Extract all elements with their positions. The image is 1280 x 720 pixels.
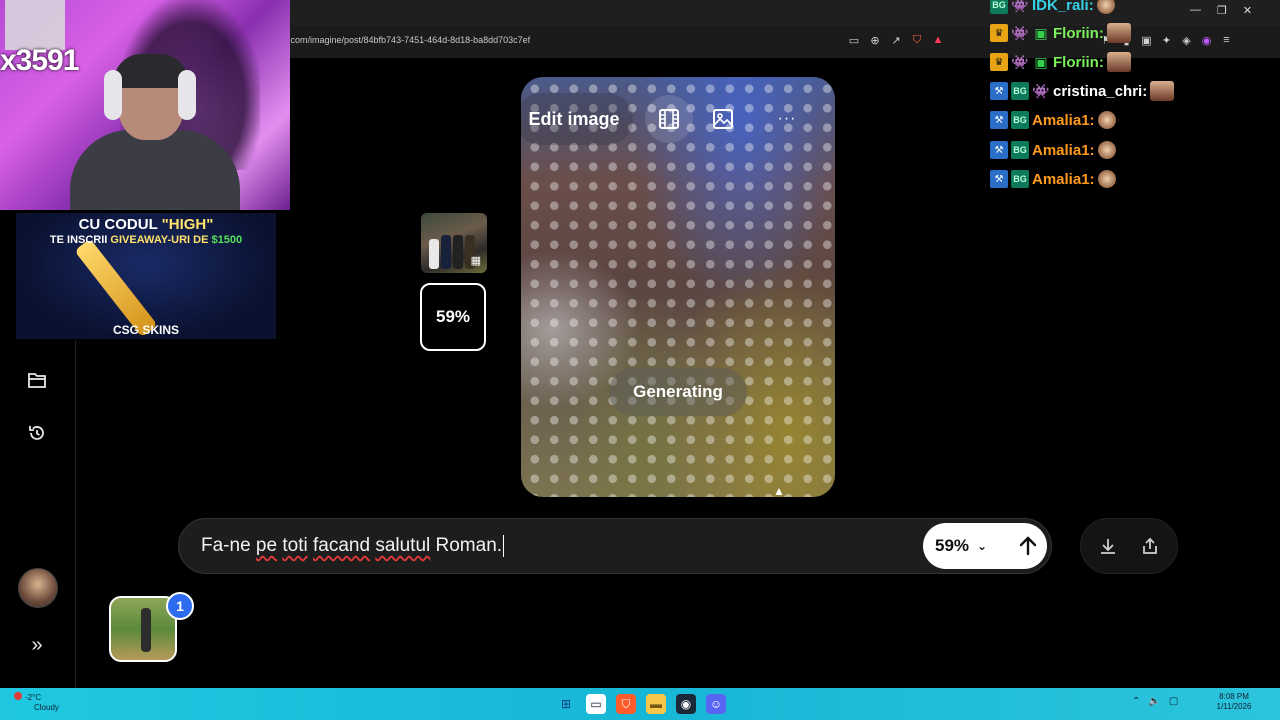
- headset-right: [178, 70, 196, 120]
- chat-emote: [1097, 141, 1116, 159]
- video-mode-icon[interactable]: [645, 95, 693, 143]
- chat-overlay: BG 👾 IDK_rali: ♛ 👾 ▣ Floriin: ♛ 👾 ▣ Floriin: …: [990, 0, 1280, 200]
- network-icon[interactable]: ▢: [1169, 696, 1178, 707]
- crown-badge-icon: ♛: [990, 24, 1008, 42]
- tray-chevron-up-icon[interactable]: ⌃: [1132, 696, 1140, 707]
- submit-arrow-up-icon[interactable]: [1005, 523, 1051, 569]
- pickaxe-badge-icon: ⚒: [990, 170, 1008, 188]
- generation-progress[interactable]: 59%: [420, 283, 486, 351]
- discord-icon[interactable]: ☺: [706, 694, 726, 714]
- chat-username: Floriin:: [1053, 53, 1104, 71]
- chat-emote: [1106, 23, 1131, 43]
- card-toolbar: Edit image ···: [521, 93, 835, 145]
- windows-start-icon[interactable]: ⊞: [556, 694, 576, 714]
- prompt-bar[interactable]: Fa-ne pe toti facand salutul Roman. 59% …: [178, 518, 1052, 574]
- beanie: [114, 54, 188, 88]
- chat-username: Amalia1:: [1032, 111, 1095, 129]
- chat-emote: [1097, 170, 1116, 188]
- chat-message: ⚒ BG Amalia1:: [990, 167, 1116, 191]
- brave-browser-icon[interactable]: ⛉: [616, 694, 636, 714]
- pickaxe-badge-icon: ⚒: [990, 82, 1008, 100]
- chat-message: ⚒ BG Amalia1:: [990, 138, 1116, 162]
- folder-icon[interactable]: [25, 368, 49, 392]
- banner-brand: CSG SKINS: [112, 323, 179, 337]
- gift-badge-icon: ▣: [1034, 24, 1048, 41]
- banner-line-1: CU CODUL "HIGH": [78, 216, 214, 233]
- notification-dot-icon: [14, 692, 22, 700]
- headset-left: [104, 70, 122, 120]
- prompt-input[interactable]: Fa-ne pe toti facand salutul Roman.: [201, 519, 505, 573]
- chat-username: Floriin:: [1053, 24, 1104, 42]
- text-caret: [503, 534, 505, 557]
- video-thumbnail[interactable]: ▦: [421, 213, 487, 273]
- chat-emote: [1150, 81, 1175, 101]
- pickaxe-badge-icon: ⚒: [990, 111, 1008, 129]
- steam-icon[interactable]: ◉: [676, 694, 696, 714]
- more-options-icon[interactable]: ···: [763, 95, 811, 143]
- chat-username: cristina_chri:: [1053, 82, 1148, 100]
- taskbar-apps: ⊞ ▭ ⛉ ▬ ◉ ☺: [556, 694, 726, 714]
- edit-image-button[interactable]: Edit image: [521, 93, 633, 145]
- chat-emote: [1097, 111, 1116, 129]
- chat-message: ♛ 👾 ▣ Floriin:: [990, 50, 1131, 74]
- attachment-count-badge: 1: [166, 592, 194, 620]
- screen-cast-icon[interactable]: ▭: [848, 34, 860, 47]
- weather-widget[interactable]: -2°C Cloudy: [14, 692, 59, 713]
- gift-badge-icon: ▣: [1034, 53, 1048, 70]
- stream-counter: x3591: [0, 44, 79, 77]
- generating-status: Generating: [609, 368, 747, 416]
- speaker-icon[interactable]: 🔈: [1148, 696, 1160, 707]
- banner-line-2: TE INSCRII GIVEAWAY-URI DE $1500: [49, 234, 243, 246]
- file-explorer-icon[interactable]: ▬: [646, 694, 666, 714]
- generating-image-card: Edit image ··· Generating: [521, 77, 835, 497]
- side-actions: [1080, 518, 1178, 574]
- history-icon[interactable]: [25, 421, 49, 445]
- system-tray: ⌃ 🔈 ▢: [1132, 696, 1178, 707]
- chat-message: ⚒ BG 👾 cristina_chri:: [990, 79, 1175, 103]
- chat-username: Amalia1:: [1032, 170, 1095, 188]
- image-mode-icon[interactable]: [699, 95, 747, 143]
- task-view-icon[interactable]: ▭: [586, 694, 606, 714]
- webcam-overlay: x3591: [0, 0, 290, 210]
- chat-message: BG 👾 IDK_rali:: [990, 0, 1115, 17]
- download-icon[interactable]: [1095, 533, 1121, 559]
- share-icon[interactable]: ↗: [890, 34, 902, 47]
- mouse-cursor-icon: ▲: [773, 484, 785, 498]
- user-avatar[interactable]: [18, 568, 58, 608]
- taskbar-clock[interactable]: 8:08 PM 1/11/2026: [1212, 692, 1256, 712]
- film-icon: ▦: [470, 255, 481, 267]
- crown-badge-icon: ♛: [990, 53, 1008, 71]
- rewards-icon[interactable]: ▲: [932, 34, 944, 46]
- share-icon[interactable]: [1137, 533, 1163, 559]
- zoom-icon[interactable]: ⊕: [869, 34, 881, 47]
- streamer-body: [70, 130, 240, 210]
- emote-overlay: [5, 0, 65, 50]
- address-bar-actions: ▭ ⊕ ↗ ⛉ ▲: [848, 31, 944, 49]
- chat-username: IDK_rali:: [1032, 0, 1094, 14]
- brave-shield-icon[interactable]: ⛉: [911, 34, 923, 46]
- chevron-down-icon: ⌄: [977, 539, 988, 553]
- pickaxe-badge-icon: ⚒: [990, 141, 1008, 159]
- chat-username: Amalia1:: [1032, 141, 1095, 159]
- chat-message: ⚒ BG Amalia1:: [990, 108, 1116, 132]
- double-chevron-right-icon[interactable]: »: [25, 633, 49, 657]
- chat-emote: [1106, 52, 1131, 72]
- chat-emote: [1096, 0, 1115, 14]
- sponsor-banner: CU CODUL "HIGH" TE INSCRII GIVEAWAY-URI …: [16, 213, 276, 339]
- chat-message: ♛ 👾 ▣ Floriin:: [990, 21, 1131, 45]
